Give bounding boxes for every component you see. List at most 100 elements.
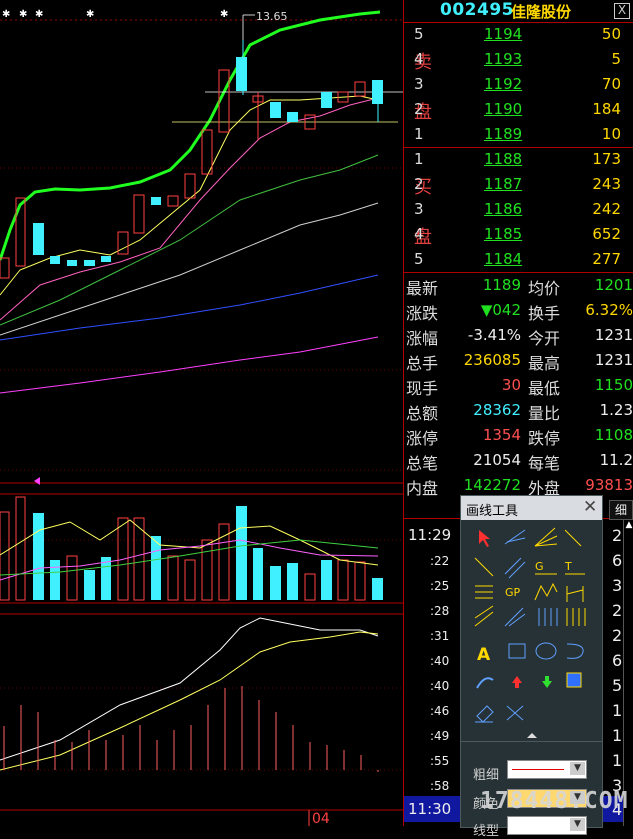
event-markers[interactable]: ✱ ✱ ✱ ✱ ✱ bbox=[2, 9, 228, 20]
delete-lines-icon bbox=[506, 705, 524, 721]
svg-text:✱: ✱ bbox=[35, 9, 43, 20]
macd-yellow bbox=[0, 631, 379, 771]
tick-volume: 3 bbox=[612, 576, 623, 595]
stat-key: 最高 bbox=[528, 354, 561, 373]
quote-panel: 002495 佳隆股份 X 卖 盘 5 1194 50 4 1193 5 3 1192 70… bbox=[404, 0, 633, 500]
tick-volume: 1 bbox=[612, 701, 623, 720]
text-tool-icon: A bbox=[477, 645, 491, 665]
buy-row[interactable]: 1 1188 173 bbox=[404, 147, 633, 172]
thickness-select[interactable]: ▼ bbox=[507, 760, 587, 779]
stat-key: 最低 bbox=[528, 379, 561, 398]
stat-key: 量比 bbox=[528, 404, 561, 423]
stat-key: 涨幅 bbox=[406, 329, 439, 348]
tick-time: :46 bbox=[430, 704, 450, 718]
ma-magenta bbox=[0, 336, 379, 394]
stat-key: 最新 bbox=[406, 279, 439, 298]
stat-value: 1354 bbox=[482, 426, 521, 444]
close-icon[interactable]: ✕ bbox=[583, 497, 597, 517]
panel-title-bar[interactable]: 画线工具 ✕ bbox=[461, 496, 602, 520]
drawing-tools-panel[interactable]: 画线工具 ✕ G T GP A 粗细 ▼ 颜色 ▼ 线型 ▼ bbox=[460, 495, 603, 839]
up-arrow-icon bbox=[512, 676, 522, 688]
tick-time: :25 bbox=[430, 579, 450, 593]
close-icon[interactable]: X bbox=[614, 3, 630, 19]
parallel-line-icon bbox=[504, 557, 526, 579]
kline-chart[interactable]: ✱ ✱ ✱ ✱ ✱ 13.65 04 bbox=[0, 0, 403, 826]
sell-row[interactable]: 4 1193 5 bbox=[404, 47, 633, 72]
vertical-lines-icon bbox=[538, 608, 558, 626]
chevron-down-icon[interactable]: ▼ bbox=[570, 762, 585, 775]
stat-row: 总额 28362 量比 1.23 bbox=[404, 398, 633, 423]
stat-value: -3.41% bbox=[467, 326, 521, 344]
stat-value: 30 bbox=[501, 376, 521, 394]
tick-time: 11:30 bbox=[408, 800, 452, 818]
stat-value: 236085 bbox=[463, 351, 521, 369]
tick-time: :49 bbox=[430, 729, 450, 743]
stat-value: 1189 bbox=[482, 276, 521, 294]
stat-value: 1201 bbox=[594, 276, 633, 294]
buy-row[interactable]: 5 1184 277 bbox=[404, 247, 633, 272]
candles[interactable] bbox=[0, 40, 383, 279]
high-price-label: 13.65 bbox=[256, 10, 288, 23]
tick-volume: 1 bbox=[612, 726, 623, 745]
watermark: 178448.COM bbox=[480, 788, 629, 814]
stat-key: 总额 bbox=[406, 404, 439, 423]
stat-key: 现手 bbox=[406, 379, 439, 398]
scrollbar[interactable]: ▲ bbox=[623, 520, 633, 826]
ruler-icon bbox=[566, 608, 586, 626]
stat-value: 28362 bbox=[473, 401, 521, 419]
arc-icon bbox=[566, 643, 584, 659]
buy-row[interactable]: 3 1186 242 bbox=[404, 197, 633, 222]
tick-volume: 2 bbox=[612, 526, 623, 545]
ma-pink bbox=[0, 97, 379, 321]
ma-green-dark bbox=[0, 154, 379, 326]
ma-yellow bbox=[0, 95, 379, 296]
stat-key: 今开 bbox=[528, 329, 561, 348]
cursor-icon bbox=[479, 530, 490, 547]
stat-key: 总手 bbox=[406, 354, 439, 373]
down-arrow-icon bbox=[542, 676, 552, 688]
stat-row: 最新 1189 均价 1201 bbox=[404, 273, 633, 298]
stat-row: 总手 236085 最高 1231 bbox=[404, 348, 633, 373]
stat-value: 1.23 bbox=[599, 401, 633, 419]
gauge-icon bbox=[476, 677, 494, 689]
sell-row[interactable]: 3 1192 70 bbox=[404, 72, 633, 97]
svg-text:✱: ✱ bbox=[19, 9, 27, 20]
tick-volume: 1 bbox=[612, 751, 623, 770]
stat-key: 每笔 bbox=[528, 454, 561, 473]
tick-time: :58 bbox=[430, 779, 450, 793]
sell-row[interactable]: 1 1189 10 bbox=[404, 122, 633, 147]
tick-volume: 2 bbox=[612, 601, 623, 620]
volume-bars[interactable] bbox=[0, 496, 383, 601]
stat-value: 6.32% bbox=[585, 301, 633, 319]
tick-time: :28 bbox=[430, 604, 450, 618]
fan-line-icon bbox=[534, 527, 558, 547]
buy-row[interactable]: 2 1187 243 bbox=[404, 172, 633, 197]
stat-value: 93813 bbox=[585, 476, 633, 494]
eraser-icon bbox=[475, 705, 494, 723]
stat-key: 跌停 bbox=[528, 429, 561, 448]
gann-icon: G bbox=[535, 560, 544, 573]
tick-volume: 2 bbox=[612, 626, 623, 645]
stock-name: 佳隆股份 bbox=[511, 3, 572, 21]
rectangle-icon bbox=[508, 643, 526, 659]
buy-row[interactable]: 4 1185 652 bbox=[404, 222, 633, 247]
svg-text:✱: ✱ bbox=[220, 9, 228, 20]
sell-row[interactable]: 2 1190 184 bbox=[404, 97, 633, 122]
sell-row[interactable]: 5 1194 50 bbox=[404, 22, 633, 47]
gp-icon: GP bbox=[505, 586, 521, 599]
stock-code: 002495 bbox=[440, 0, 514, 20]
stat-value: 1231 bbox=[594, 326, 633, 344]
stat-row: 涨幅 -3.41% 今开 1231 bbox=[404, 323, 633, 348]
stat-key: 换手 bbox=[528, 304, 561, 323]
tick-volume: 6 bbox=[612, 551, 623, 570]
speed-line-icon bbox=[504, 607, 526, 627]
ray-line-icon bbox=[504, 529, 526, 545]
stat-row: 涨停 1354 跌停 1108 bbox=[404, 423, 633, 448]
ma-white bbox=[0, 202, 379, 336]
chevron-down-icon[interactable]: ▼ bbox=[570, 818, 585, 831]
stat-value: 1108 bbox=[594, 426, 633, 444]
stat-value: 1231 bbox=[594, 351, 633, 369]
tool-grid[interactable]: G T GP A bbox=[461, 520, 602, 760]
svg-text:✱: ✱ bbox=[86, 9, 94, 20]
tab-detail[interactable]: 细 bbox=[609, 500, 633, 520]
